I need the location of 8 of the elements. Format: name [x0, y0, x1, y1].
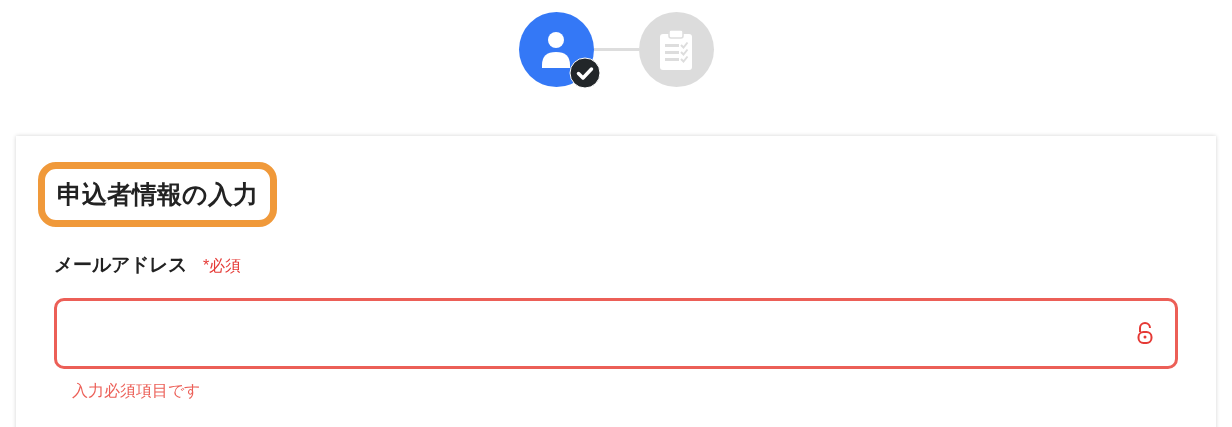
person-icon [542, 30, 570, 69]
clipboard-icon [660, 29, 692, 70]
lock-icon [1137, 321, 1153, 345]
email-field[interactable] [54, 297, 1178, 369]
error-message: 入力必須項目です [72, 380, 201, 401]
section-heading: 申込者情報の入力 [38, 162, 277, 227]
required-mark: *必須 [203, 256, 242, 276]
field-label: メールアドレス [54, 253, 187, 277]
